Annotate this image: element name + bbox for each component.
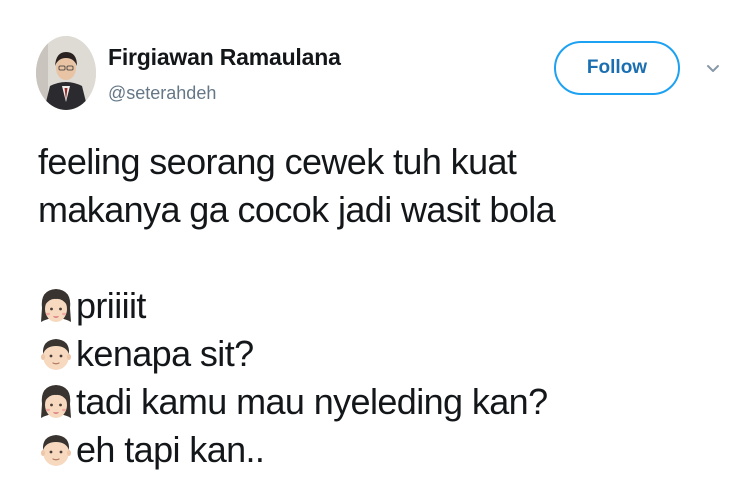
dialogue-line: kenapa sit? [38,330,718,378]
man-emoji-icon [38,430,74,470]
dialogue-text: priiiit [76,285,146,326]
dialogue-line: eh tapi kan.. [38,426,718,474]
man-emoji-icon [38,334,74,374]
follow-button[interactable]: Follow [554,41,680,95]
user-handle[interactable]: @seterahdeh [108,83,216,104]
dialogue-line: tadi kamu mau nyeleding kan? [38,378,718,426]
avatar[interactable] [36,36,96,110]
woman-emoji-icon [38,286,74,326]
dialogue-text: eh tapi kan.. [76,429,265,470]
tweet-card: Firgiawan Ramaulana @seterahdeh Follow f… [0,0,750,500]
dialogue-text: tadi kamu mau nyeleding kan? [76,381,548,422]
dialogue-text: kenapa sit? [76,333,254,374]
display-name[interactable]: Firgiawan Ramaulana [108,44,341,71]
follow-button-label: Follow [586,57,648,78]
tweet-text: feeling seorang cewek tuh kuat makanya g… [38,138,718,474]
chevron-down-icon[interactable] [703,62,723,76]
tweet-line-1: feeling seorang cewek tuh kuat [38,141,517,182]
dialogue-line: priiiit [38,282,718,330]
woman-emoji-icon [38,382,74,422]
tweet-line-2: makanya ga cocok jadi wasit bola [38,189,556,230]
line-break [38,234,718,282]
